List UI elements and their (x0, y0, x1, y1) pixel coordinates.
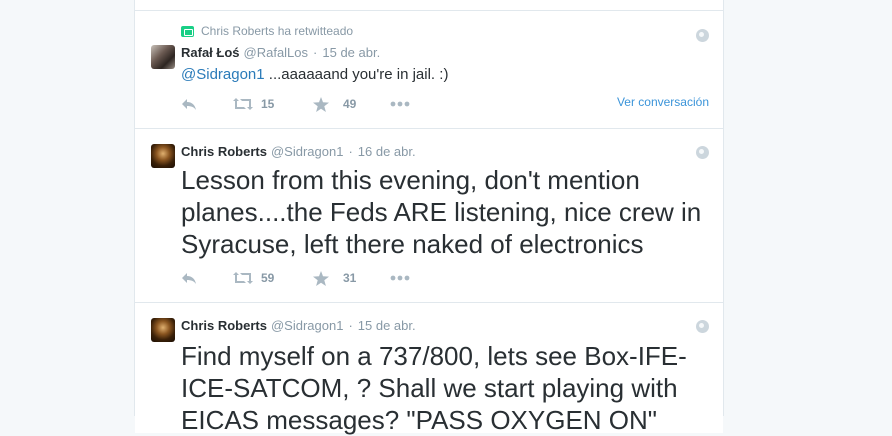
retweet-button[interactable]: 15 (233, 95, 274, 113)
favorite-button[interactable]: 31 (313, 269, 356, 287)
favorite-count: 31 (343, 271, 357, 285)
retweet-icon (233, 271, 253, 285)
avatar[interactable] (151, 318, 175, 342)
tweet-text: Lesson from this evening, don't mention … (181, 165, 702, 259)
retweet-context-label[interactable]: Chris Roberts ha retwitteado (201, 24, 353, 38)
mention-link[interactable]: @Sidragon1 (181, 66, 265, 83)
retweet-count: 15 (261, 97, 275, 111)
tweet-text: @Sidragon1 ...aaaaaand you're in jail. :… (181, 66, 448, 83)
author-name[interactable]: Rafał Łoś (181, 45, 240, 60)
tweet-text: Find myself on a 737/800, lets see Box-I… (181, 341, 687, 435)
tweet-item[interactable]: Chris Roberts @Sidragon1 · 15 de abr. Find … (135, 302, 723, 435)
tweet-item[interactable]: Chris Roberts ha retwitteado Rafał Łoś @R… (135, 10, 723, 128)
tweet-timestamp[interactable]: 15 de abr. (322, 45, 380, 60)
tweet-header: Rafał Łoś @RafalLos · 15 de abr. (181, 45, 380, 60)
tweet-header: Chris Roberts @Sidragon1 · 16 de abr. (181, 144, 416, 159)
favorite-button[interactable]: 49 (313, 95, 356, 113)
author-name[interactable]: Chris Roberts (181, 144, 267, 159)
retweet-icon (233, 97, 253, 111)
more-button[interactable] (390, 269, 410, 287)
tweet-timestamp[interactable]: 15 de abr. (358, 318, 416, 333)
avatar[interactable] (151, 144, 175, 168)
retweet-badge-icon (181, 25, 194, 37)
favorite-count: 49 (343, 97, 357, 111)
reply-icon (181, 97, 197, 111)
timeline: Chris Roberts ha retwitteado Rafał Łoś @R… (134, 0, 724, 435)
reply-button[interactable] (181, 95, 197, 113)
author-name[interactable]: Chris Roberts (181, 318, 267, 333)
author-handle[interactable]: @Sidragon1 (271, 318, 343, 333)
globe-icon (696, 146, 709, 159)
more-button[interactable] (390, 95, 410, 113)
globe-icon (696, 320, 709, 333)
reply-icon (181, 271, 197, 285)
globe-icon (696, 29, 709, 42)
more-options-icon (390, 101, 410, 107)
view-conversation-link[interactable]: Ver conversación (617, 95, 709, 109)
tweet-header: Chris Roberts @Sidragon1 · 15 de abr. (181, 318, 416, 333)
retweet-context: Chris Roberts ha retwitteado (181, 24, 353, 38)
author-handle[interactable]: @RafalLos (244, 45, 309, 60)
author-handle[interactable]: @Sidragon1 (271, 144, 343, 159)
header-separator: · (348, 144, 353, 159)
header-separator: · (313, 45, 318, 60)
retweet-count: 59 (261, 271, 275, 285)
star-icon (313, 270, 329, 286)
tweet-actions: 59 31 (181, 269, 711, 287)
tweet-text-body: ...aaaaaand you're in jail. :) (264, 66, 449, 83)
star-icon (313, 96, 329, 112)
more-options-icon (390, 275, 410, 281)
avatar[interactable] (151, 45, 175, 69)
reply-button[interactable] (181, 269, 197, 287)
tweet-timestamp[interactable]: 16 de abr. (358, 144, 416, 159)
retweet-button[interactable]: 59 (233, 269, 274, 287)
tweet-item[interactable]: Chris Roberts @Sidragon1 · 16 de abr. Lesso… (135, 128, 723, 302)
header-separator: · (348, 318, 353, 333)
